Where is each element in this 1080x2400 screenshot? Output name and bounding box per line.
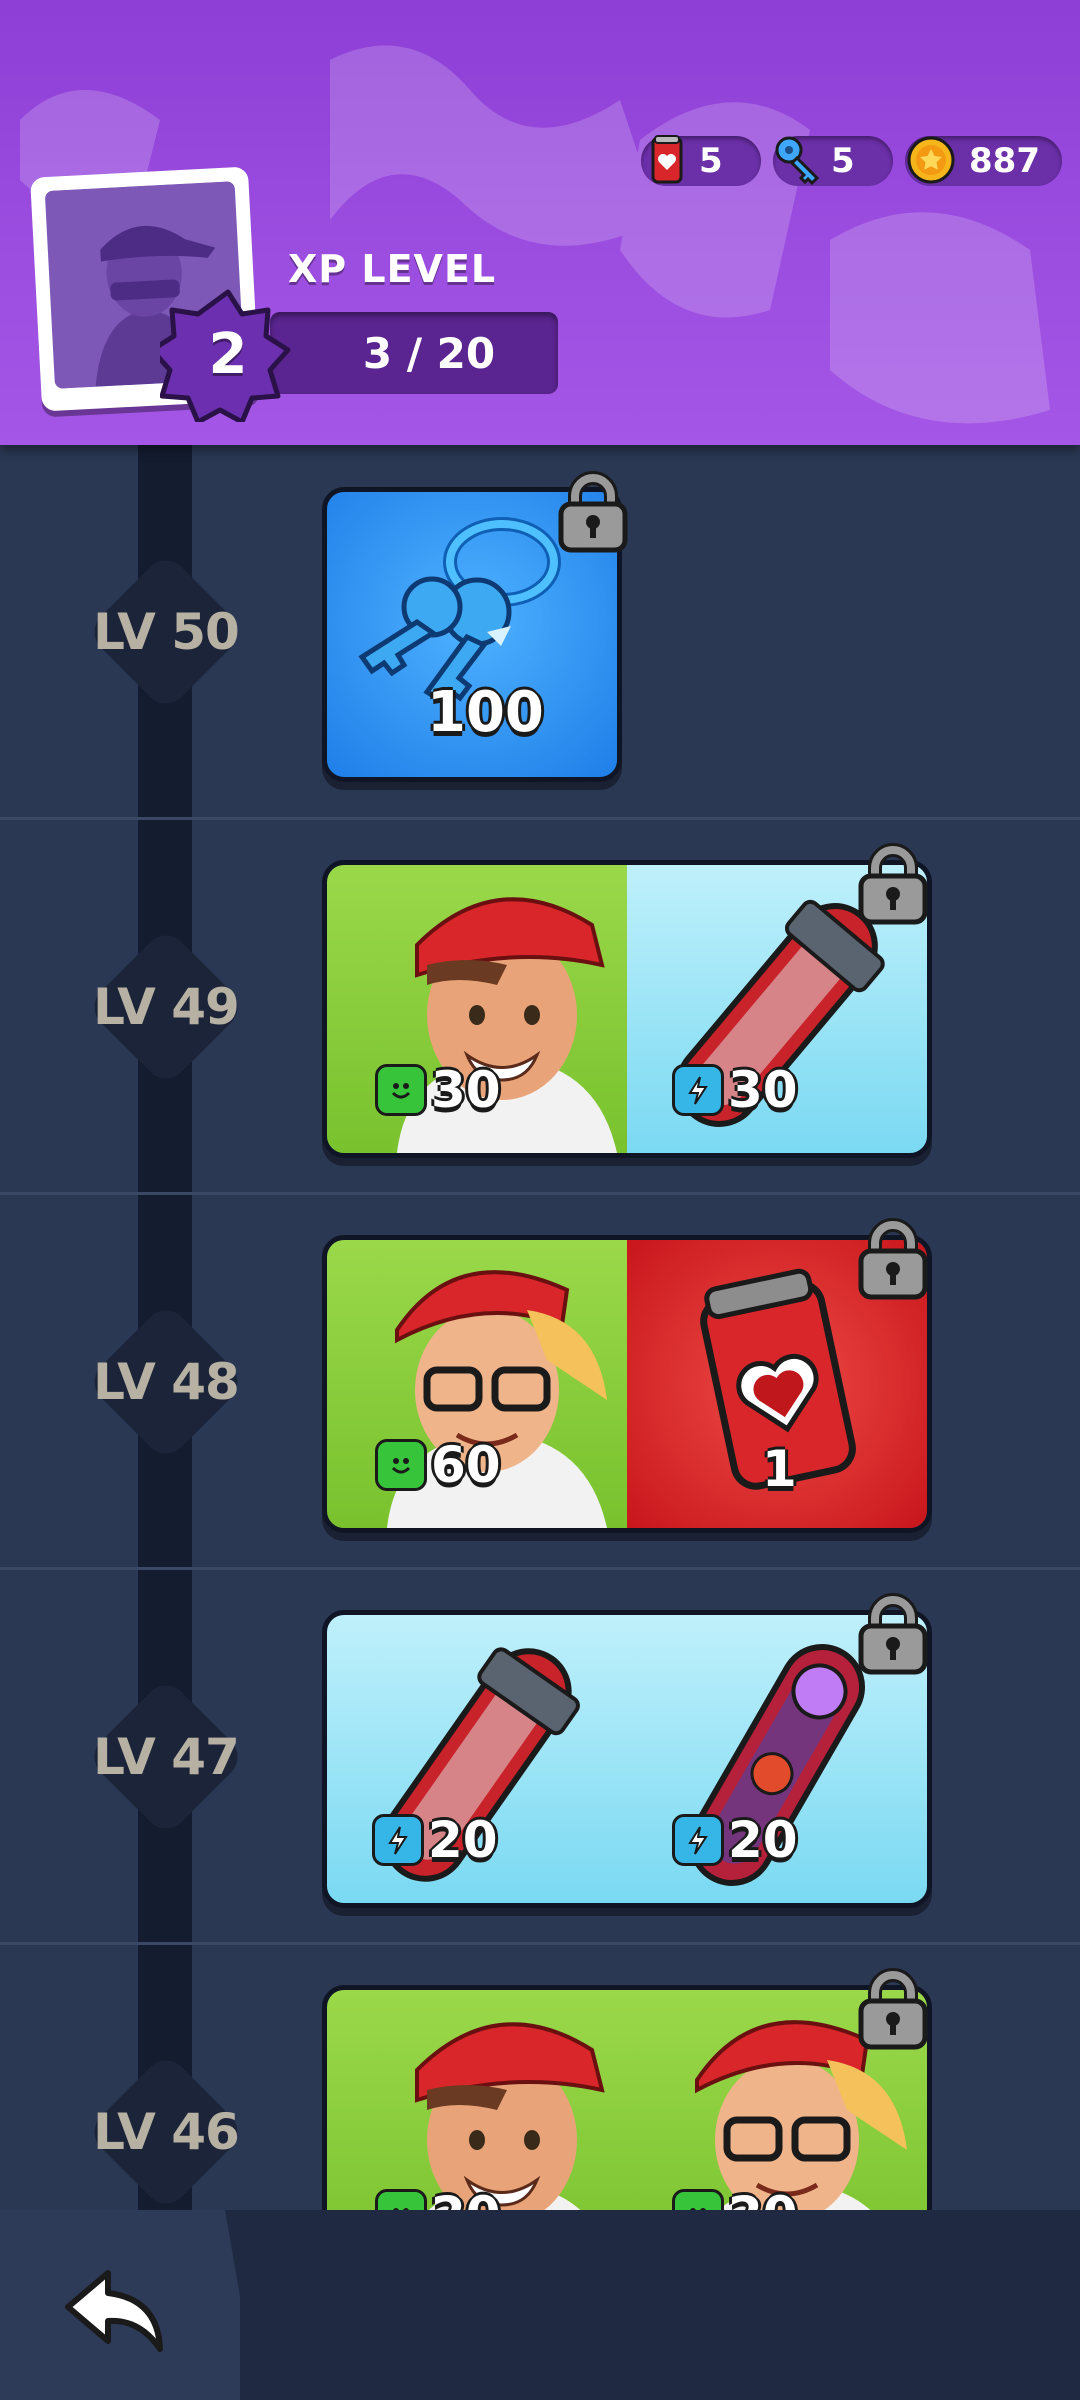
board-token-icon — [372, 1814, 424, 1866]
reward-amount: 30 — [728, 1061, 798, 1119]
level-label: LV 50 — [93, 603, 240, 661]
back-arrow-icon[interactable] — [60, 2265, 170, 2355]
xp-progress-bar: 3 / 20 — [270, 312, 558, 394]
xp-level-title: XP LEVEL — [288, 247, 497, 291]
reward-amount-row: 60 — [375, 1436, 501, 1494]
key-icon — [775, 136, 820, 186]
reward-track[interactable]: LV 50 100 LV 49 30 30 LV 48 60 1 LV 47 2… — [0, 445, 1080, 2283]
coin-icon — [907, 136, 955, 184]
profile-header: 5 5 887 XP LEVEL 3 / 20 2 — [0, 0, 1080, 445]
level-marker: LV 48 — [84, 1300, 248, 1464]
reward-amount-row: 30 — [672, 1061, 798, 1119]
reward-amount-row: 20 — [372, 1811, 498, 1869]
level-label: LV 46 — [93, 2103, 240, 2161]
reward-row-lv48: LV 48 60 1 — [0, 1195, 1080, 1570]
reward-amount-row: 20 — [672, 1811, 798, 1869]
reward-card-double[interactable]: 20 20 — [322, 1610, 932, 1908]
reward-card-double[interactable]: 60 1 — [322, 1235, 932, 1533]
character-token-icon — [375, 1064, 427, 1116]
character-reward: 60 — [327, 1240, 627, 1528]
lock-icon — [558, 471, 628, 553]
player-level-number: 2 — [208, 321, 248, 387]
reward-amount: 20 — [728, 1811, 798, 1869]
level-marker: LV 49 — [84, 925, 248, 1089]
character-reward: 30 — [327, 865, 627, 1153]
board-reward: 20 — [327, 1615, 627, 1903]
reward-row-lv50: LV 50 100 — [0, 445, 1080, 820]
hearts-counter[interactable]: 5 — [641, 135, 762, 186]
board-token-icon — [672, 1814, 724, 1866]
reward-amount-row: 30 — [375, 1061, 501, 1119]
level-label: LV 47 — [93, 1728, 240, 1786]
reward-amount: 30 — [431, 1061, 501, 1119]
reward-card-double[interactable]: 30 30 — [322, 860, 932, 1158]
board-token-icon — [672, 1064, 724, 1116]
reward-row-lv49: LV 49 30 30 — [0, 820, 1080, 1195]
xp-progress-text: 3 / 20 — [362, 328, 496, 378]
lock-icon — [858, 1968, 928, 2050]
level-label: LV 49 — [93, 978, 240, 1036]
reward-row-lv47: LV 47 20 20 — [0, 1570, 1080, 1945]
character-token-icon — [375, 1439, 427, 1491]
reward-amount: 20 — [428, 1811, 498, 1869]
keys-count: 5 — [831, 141, 855, 181]
coins-counter[interactable]: 887 — [905, 136, 1062, 186]
keys-counter[interactable]: 5 — [773, 136, 894, 186]
reward-amount: 60 — [431, 1436, 501, 1494]
lock-icon — [858, 1593, 928, 1675]
lock-icon — [858, 1218, 928, 1300]
reward-amount: 1 — [762, 1440, 797, 1498]
level-marker: LV 46 — [84, 2050, 248, 2214]
hearts-count: 5 — [699, 141, 723, 181]
lock-icon — [858, 843, 928, 925]
player-level-badge: 2 — [149, 286, 296, 425]
coins-count: 887 — [969, 141, 1040, 181]
level-label: LV 48 — [93, 1353, 240, 1411]
level-marker: LV 47 — [84, 1675, 248, 1839]
reward-amount: 100 — [427, 680, 544, 745]
bottom-bar — [0, 2210, 1080, 2400]
heart-can-icon — [651, 135, 683, 184]
currency-bar: 5 5 887 — [641, 135, 1062, 186]
level-marker: LV 50 — [84, 550, 248, 714]
